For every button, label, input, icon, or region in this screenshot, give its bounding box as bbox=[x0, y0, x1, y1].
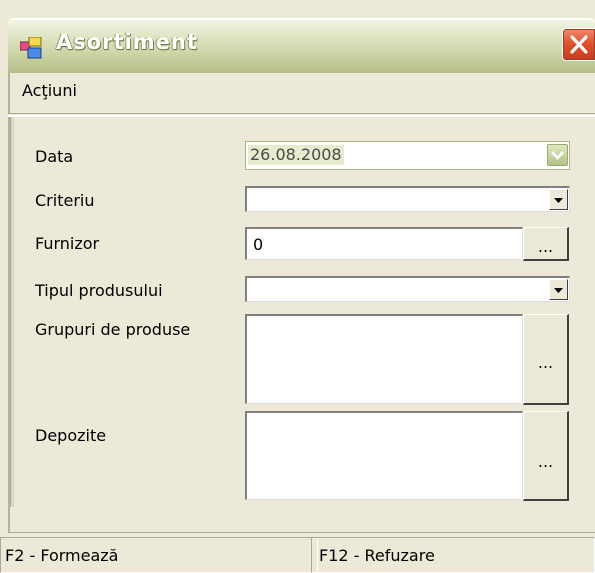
chevron-down-icon bbox=[551, 151, 564, 160]
date-value[interactable]: 26.08.2008 bbox=[248, 145, 344, 165]
depozite-browse-button[interactable]: ... bbox=[523, 411, 569, 501]
grupuri-de-produse-browse-button[interactable]: ... bbox=[523, 314, 569, 405]
date-dropdown-button[interactable] bbox=[547, 144, 568, 166]
criteriu-select[interactable] bbox=[245, 186, 570, 212]
status-panel-refuzare[interactable]: F12 - Refuzare bbox=[311, 537, 595, 573]
status-bar: F2 - Formează F12 - Refuzare bbox=[0, 532, 595, 573]
depozite-label: Depozite bbox=[35, 426, 107, 445]
status-text-formeaza: F2 - Formează bbox=[5, 546, 119, 565]
depozite-list[interactable] bbox=[245, 411, 523, 500]
close-button[interactable] bbox=[562, 28, 595, 61]
furnizor-field[interactable]: 0 bbox=[245, 227, 523, 260]
furnizor-value[interactable]: 0 bbox=[253, 235, 263, 254]
app-window-icon bbox=[19, 36, 42, 59]
status-text-refuzare: F12 - Refuzare bbox=[319, 546, 435, 565]
tipul-produsului-select[interactable] bbox=[245, 276, 570, 302]
chevron-down-icon bbox=[554, 288, 563, 293]
criteriu-dropdown-button[interactable] bbox=[549, 189, 568, 210]
tipul-produsului-dropdown-button[interactable] bbox=[549, 279, 568, 300]
tipul-produsului-label: Tipul produsului bbox=[35, 281, 163, 300]
form-frame-border bbox=[10, 117, 14, 507]
menu-item-actiuni[interactable]: Acţiuni bbox=[22, 81, 77, 100]
window-title: Asortiment bbox=[56, 30, 198, 54]
criteriu-label: Criteriu bbox=[35, 191, 95, 210]
furnizor-browse-button[interactable]: ... bbox=[523, 227, 569, 261]
date-picker[interactable]: 26.08.2008 bbox=[245, 141, 570, 170]
date-label: Data bbox=[35, 147, 74, 166]
furnizor-label: Furnizor bbox=[35, 234, 100, 253]
status-panel-formeaza[interactable]: F2 - Formează bbox=[0, 537, 318, 573]
grupuri-de-produse-list[interactable] bbox=[245, 314, 523, 404]
asortiment-window: Asortiment Acţiuni Data 26.08.2008 Crite… bbox=[0, 0, 595, 573]
chevron-down-icon bbox=[554, 198, 563, 203]
grupuri-de-produse-label: Grupuri de produse bbox=[35, 320, 191, 339]
close-icon bbox=[570, 35, 588, 54]
menu-bar: Acţiuni bbox=[8, 73, 595, 113]
